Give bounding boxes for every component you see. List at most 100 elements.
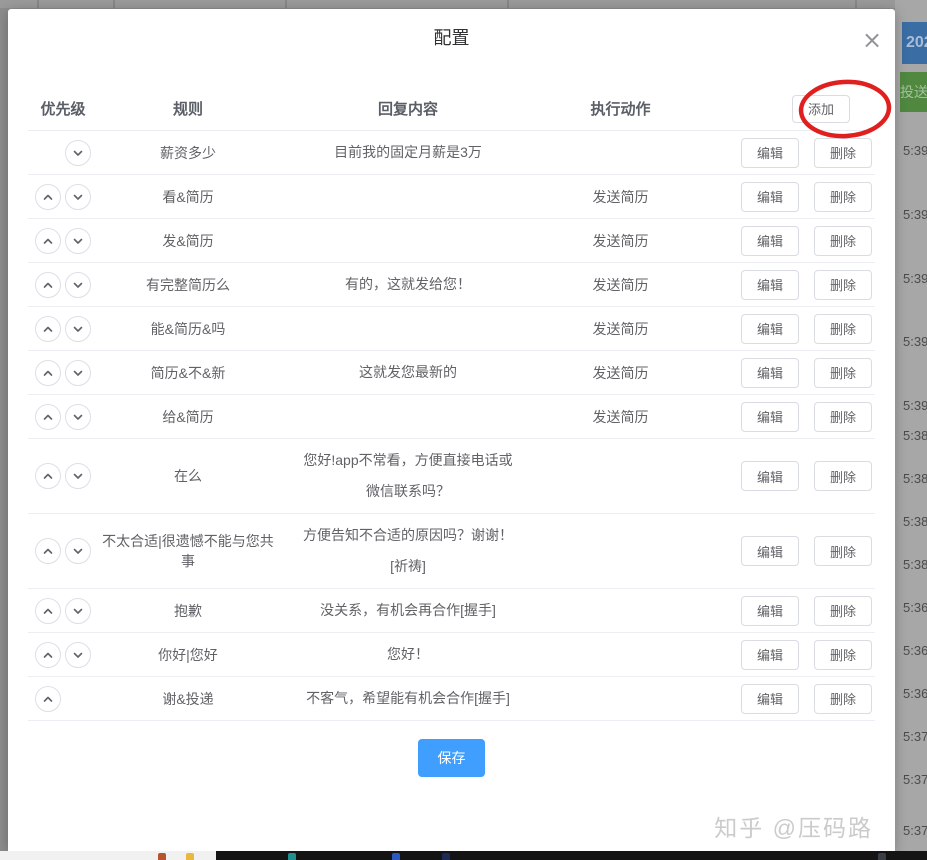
chevron-down-icon <box>73 414 83 420</box>
move-up-button[interactable] <box>35 538 61 564</box>
column-divider <box>113 0 115 8</box>
watermark: 知乎 @压码路 <box>714 815 873 841</box>
edit-button[interactable]: 编辑 <box>741 269 799 300</box>
chevron-down-icon <box>73 282 83 288</box>
edit-button[interactable]: 编辑 <box>741 357 799 388</box>
background-timestamp: 5:39 <box>903 398 927 413</box>
edit-button[interactable]: 编辑 <box>741 461 799 491</box>
table-header-row: 优先级 规则 回复内容 执行动作 添加 <box>28 79 892 138</box>
delete-button[interactable]: 删除 <box>814 639 872 670</box>
edit-button[interactable]: 编辑 <box>741 401 799 432</box>
rule-text: 谢&投递 <box>162 690 214 707</box>
rule-row: 能&简历&吗 发送简历 编辑 删除 <box>28 307 875 351</box>
chevron-up-icon <box>43 238 53 244</box>
action-text: 发送简历 <box>592 320 649 337</box>
move-down-button[interactable] <box>65 403 91 430</box>
move-up-button[interactable] <box>35 403 61 430</box>
move-up-button[interactable] <box>35 315 61 342</box>
taskbar-icon[interactable] <box>392 853 400 860</box>
move-up-button[interactable] <box>35 641 61 668</box>
chevron-down-icon <box>73 652 83 658</box>
dialog-title: 配置 <box>433 28 470 48</box>
move-up-button[interactable] <box>35 597 61 624</box>
move-down-button[interactable] <box>65 359 91 386</box>
edit-button[interactable]: 编辑 <box>741 181 799 212</box>
edit-button[interactable]: 编辑 <box>741 683 799 714</box>
delete-button[interactable]: 删除 <box>814 357 872 388</box>
delete-button[interactable]: 删除 <box>814 461 872 491</box>
move-down-button[interactable] <box>65 315 91 342</box>
taskbar-icon[interactable] <box>442 853 450 860</box>
move-down-button[interactable] <box>65 538 91 564</box>
move-up-button[interactable] <box>35 183 61 210</box>
rule-text: 你好|您好 <box>158 646 218 663</box>
delete-button[interactable]: 删除 <box>814 401 872 432</box>
rule-row: 不太合适|很遗憾不能与您共事 方便告知不合适的原因吗？谢谢！[祈祷] 编辑 删除 <box>28 514 875 589</box>
rule-text: 有完整简历么 <box>146 276 230 293</box>
move-up-button[interactable] <box>35 271 61 298</box>
action-text: 发送简历 <box>592 188 649 205</box>
taskbar-icon[interactable] <box>288 853 296 860</box>
edit-button[interactable]: 编辑 <box>741 595 799 626</box>
delete-button[interactable]: 删除 <box>814 137 872 168</box>
chevron-down-icon <box>73 548 83 554</box>
config-dialog: 配置 × 优先级 规则 回复内容 执行动作 添加 薪资多少 目前我的固定月薪是3… <box>8 9 895 851</box>
background-timestamp: 5:37 <box>903 772 927 787</box>
chevron-down-icon <box>73 238 83 244</box>
move-down-button[interactable] <box>65 183 91 210</box>
chevron-up-icon <box>43 652 53 658</box>
move-up-button[interactable] <box>35 463 61 489</box>
rule-row: 发&简历 发送简历 编辑 删除 <box>28 219 875 263</box>
edit-button[interactable]: 编辑 <box>741 536 799 566</box>
action-text: 发送简历 <box>592 364 649 381</box>
reply-text: 不客气，希望能有机会合作[握手] <box>306 690 510 706</box>
chevron-up-icon <box>43 326 53 332</box>
move-down-button[interactable] <box>65 227 91 254</box>
save-button[interactable]: 保存 <box>418 739 485 777</box>
delete-button[interactable]: 删除 <box>814 181 872 212</box>
rule-text: 能&简历&吗 <box>150 320 226 337</box>
edit-button[interactable]: 编辑 <box>741 313 799 344</box>
move-up-button[interactable] <box>35 359 61 386</box>
delete-button[interactable]: 删除 <box>814 225 872 256</box>
delete-button[interactable]: 删除 <box>814 683 872 714</box>
reply-text: 这就发您最新的 <box>359 364 457 380</box>
chevron-up-icon <box>43 548 53 554</box>
move-down-button[interactable] <box>65 641 91 668</box>
chevron-up-icon <box>43 370 53 376</box>
move-down-button[interactable] <box>65 139 91 166</box>
chevron-up-icon <box>43 696 53 702</box>
column-divider <box>507 0 509 8</box>
taskbar-right <box>216 851 927 860</box>
background-timestamp: 5:38 <box>903 557 927 572</box>
delete-button[interactable]: 删除 <box>814 269 872 300</box>
rule-row: 薪资多少 目前我的固定月薪是3万 编辑 删除 <box>28 131 875 175</box>
background-message-list: 202 投送 5:39 5:39 5:39 5:39 5:39 5:38 5:38 5:38 5… <box>895 0 927 851</box>
taskbar-icon[interactable] <box>158 853 166 860</box>
rule-text: 不太合适|很遗憾不能与您共事 <box>102 533 274 569</box>
move-down-button[interactable] <box>65 597 91 624</box>
close-button[interactable]: × <box>857 25 887 55</box>
delete-button[interactable]: 删除 <box>814 595 872 626</box>
taskbar-icon[interactable] <box>186 853 194 860</box>
taskbar-icon[interactable] <box>878 853 886 860</box>
reply-text: 有的，这就发给您！ <box>345 276 471 292</box>
reply-text: 您好！ <box>387 646 429 662</box>
move-up-button[interactable] <box>35 685 61 712</box>
move-down-button[interactable] <box>65 463 91 489</box>
rule-text: 抱歉 <box>174 602 202 619</box>
rule-row: 给&简历 发送简历 编辑 删除 <box>28 395 875 439</box>
edit-button[interactable]: 编辑 <box>741 225 799 256</box>
delete-button[interactable]: 删除 <box>814 313 872 344</box>
delete-button[interactable]: 删除 <box>814 536 872 566</box>
chevron-down-icon <box>73 326 83 332</box>
edit-button[interactable]: 编辑 <box>741 639 799 670</box>
move-down-button[interactable] <box>65 271 91 298</box>
move-up-button[interactable] <box>35 227 61 254</box>
add-button[interactable]: 添加 <box>792 94 850 123</box>
rule-text: 给&简历 <box>162 408 214 425</box>
rule-row: 在么 您好!app不常看，方便直接电话或微信联系吗？ 编辑 删除 <box>28 439 875 514</box>
rule-text: 在么 <box>174 468 202 484</box>
edit-button[interactable]: 编辑 <box>741 137 799 168</box>
chevron-up-icon <box>43 473 53 479</box>
